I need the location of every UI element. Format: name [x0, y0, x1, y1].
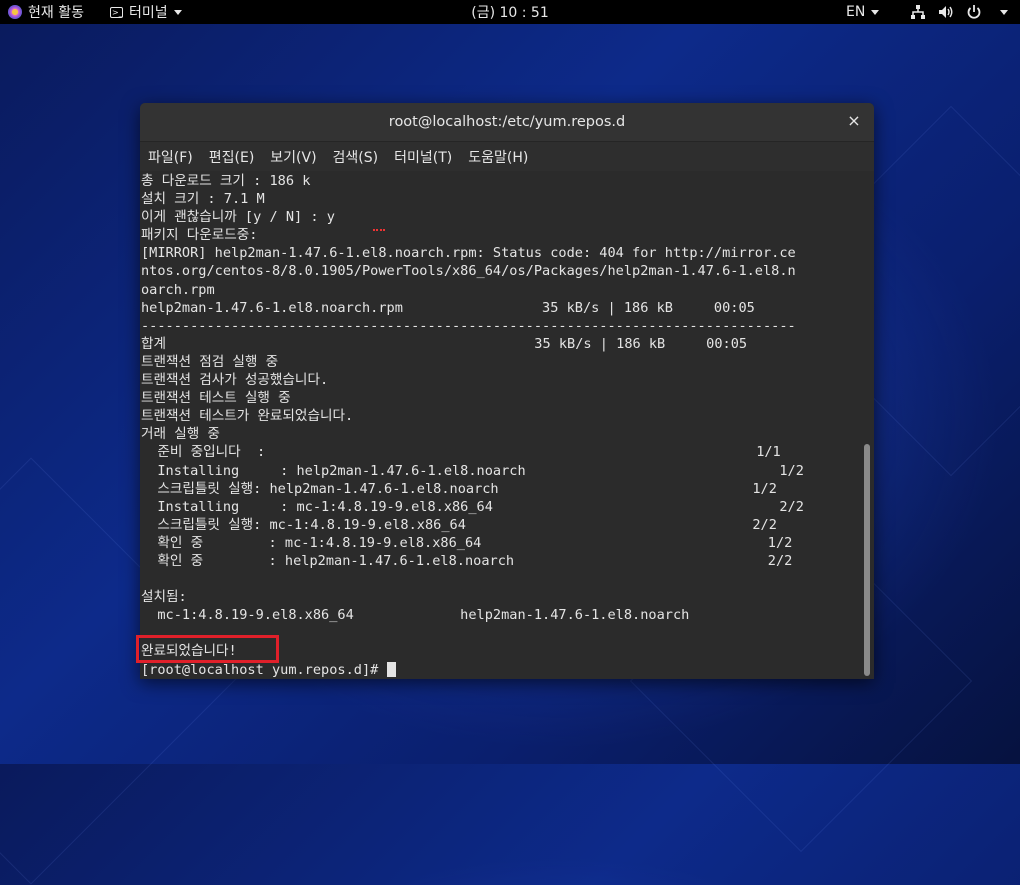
terminal-line: 확인 중 : help2man-1.47.6-1.el8.noarch 2/2 — [141, 552, 793, 569]
terminal-line: ntos.org/centos-8/8.0.1905/PowerTools/x8… — [141, 263, 796, 280]
chevron-down-icon — [1000, 9, 1008, 15]
network-icon — [911, 5, 925, 19]
terminal-line: [MIRROR] help2man-1.47.6-1.el8.noarch.rp… — [141, 245, 796, 262]
menu-search[interactable]: 검색(S) — [333, 147, 379, 167]
window-titlebar[interactable]: root@localhost:/etc/yum.repos.d × — [140, 103, 874, 142]
terminal-line: 설치 크기 : 7.1 M — [141, 191, 265, 208]
terminal-line: 트랜잭션 테스트가 완료되었습니다. — [141, 408, 354, 425]
power-icon — [967, 5, 981, 19]
window-title: root@localhost:/etc/yum.repos.d — [388, 114, 626, 130]
terminal-line: Installing : help2man-1.47.6-1.el8.noarc… — [141, 462, 804, 479]
terminal-icon: >_ — [110, 6, 123, 18]
highlight-annotation-box — [136, 635, 279, 663]
terminal-line: ----------------------------------------… — [141, 317, 796, 334]
text-cursor — [386, 661, 396, 677]
terminal-output[interactable]: 총 다운로드 크기 : 186 k 설치 크기 : 7.1 M 이게 괜찮습니까… — [140, 172, 862, 679]
menu-edit[interactable]: 편집(E) — [209, 147, 255, 167]
activities-icon — [8, 5, 22, 19]
terminal-line: Installing : mc-1:4.8.19-9.el8.x86_64 2/… — [141, 498, 804, 515]
terminal-line: mc-1:4.8.19-9.el8.x86_64 help2man-1.47.6… — [141, 607, 690, 624]
terminal-window: root@localhost:/etc/yum.repos.d × 파일(F) … — [140, 103, 874, 679]
shell-prompt: [root@localhost yum.repos.d]# — [141, 661, 387, 678]
menu-bar: 파일(F) 편집(E) 보기(V) 검색(S) 터미널(T) 도움말(H) — [140, 142, 874, 171]
app-menu-label: 터미널 — [129, 5, 168, 21]
terminal-line: 트랜잭션 테스트 실행 중 — [141, 390, 291, 407]
terminal-line: oarch.rpm — [141, 281, 215, 298]
menu-file[interactable]: 파일(F) — [148, 147, 193, 167]
close-button[interactable]: × — [846, 113, 862, 129]
menu-view[interactable]: 보기(V) — [270, 147, 316, 167]
terminal-line: 스크립틀릿 실행: help2man-1.47.6-1.el8.noarch 1… — [141, 480, 777, 497]
terminal-line: 스크립틀릿 실행: mc-1:4.8.19-9.el8.x86_64 2/2 — [141, 516, 777, 533]
top-bar: 현재 활동 >_ 터미널 (금) 10 : 51 EN — [0, 0, 1020, 24]
language-label: EN — [846, 4, 866, 20]
activities-button[interactable]: 현재 활동 — [8, 0, 84, 24]
scrollbar[interactable] — [862, 172, 872, 679]
clock-label[interactable]: (금) 10 : 51 — [471, 2, 549, 22]
menu-terminal[interactable]: 터미널(T) — [394, 147, 452, 167]
app-menu[interactable]: >_ 터미널 — [110, 0, 182, 24]
terminal-line: 확인 중 : mc-1:4.8.19-9.el8.x86_64 1/2 — [141, 534, 793, 551]
system-menu[interactable] — [910, 0, 1008, 24]
scrollbar-thumb[interactable] — [864, 444, 870, 676]
terminal-line: 이게 괜찮습니까 [y / N] : y — [141, 209, 335, 226]
menu-help[interactable]: 도움말(H) — [468, 147, 528, 167]
terminal-line: 거래 실행 중 — [141, 426, 220, 443]
terminal-line: 설치됨: — [141, 589, 187, 606]
terminal-line: 트랜잭션 점검 실행 중 — [141, 353, 279, 370]
prompt-line: [root@localhost yum.repos.d]# — [140, 661, 862, 679]
terminal-line: 패키지 다운로드중: — [141, 227, 258, 244]
chevron-down-icon — [871, 9, 880, 15]
spellcheck-underline — [373, 225, 385, 231]
terminal-line: 총 다운로드 크기 : 186 k — [141, 173, 311, 189]
terminal-line: help2man-1.47.6-1.el8.noarch.rpm 35 kB/s… — [141, 299, 755, 316]
terminal-line: 트랜잭션 검사가 성공했습니다. — [141, 372, 329, 389]
chevron-down-icon — [173, 9, 182, 15]
activities-label: 현재 활동 — [28, 5, 84, 21]
terminal-line: 준비 중입니다 : 1/1 — [141, 444, 781, 461]
volume-icon — [939, 6, 953, 18]
language-selector[interactable]: EN — [846, 0, 880, 24]
terminal-line: 합계 35 kB/s | 186 kB 00:05 — [141, 335, 748, 352]
